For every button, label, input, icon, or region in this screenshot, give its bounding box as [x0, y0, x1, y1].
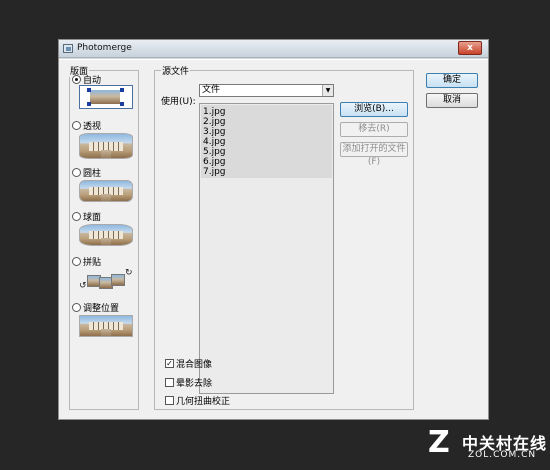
use-dropdown-value: 文件 [202, 85, 221, 95]
radio-collage[interactable]: 拼贴 [72, 255, 101, 268]
remove-button[interactable]: 移去(R) [340, 122, 408, 137]
distortion-correction-label: 几何扭曲校正 [176, 397, 231, 407]
perspective-icon[interactable] [79, 133, 133, 159]
blend-images-label: 混合图像 [176, 360, 213, 370]
auto-preview-image [90, 90, 120, 104]
rotate-arrow-icon: ↺ [79, 281, 87, 291]
layout-panel: 版面 自动 透视 圆柱 球面 拼贴 ↻ ↺ 调整位置 [69, 64, 139, 410]
radio-label: 调整位置 [83, 304, 120, 314]
cylindrical-icon[interactable] [79, 180, 133, 202]
radio-button[interactable] [72, 75, 81, 84]
spherical-icon[interactable] [79, 224, 133, 246]
distortion-correction-option[interactable]: 几何扭曲校正 [165, 394, 230, 407]
radio-cylindrical[interactable]: 圆柱 [72, 166, 101, 179]
distortion-correction-checkbox[interactable] [165, 396, 174, 405]
radio-label: 球面 [83, 213, 102, 223]
radio-label: 透视 [83, 122, 102, 132]
cancel-button[interactable]: 取消 [426, 93, 478, 108]
collage-icon[interactable]: ↻ ↺ [79, 268, 133, 295]
radio-reposition[interactable]: 调整位置 [72, 301, 119, 314]
window-title: Photomerge [77, 43, 132, 53]
close-button[interactable]: x [458, 41, 482, 55]
use-dropdown[interactable]: 文件 ▼ [199, 84, 334, 97]
reposition-icon[interactable] [79, 315, 133, 337]
add-open-files-button[interactable]: 添加打开的文件(F) [340, 142, 408, 167]
auto-layout-icon[interactable] [79, 85, 133, 109]
list-item[interactable]: 6.jpg [203, 157, 226, 167]
list-item[interactable]: 4.jpg [203, 137, 226, 147]
vignette-removal-option[interactable]: 晕影去除 [165, 376, 212, 389]
radio-spherical[interactable]: 球面 [72, 210, 101, 223]
vignette-removal-checkbox[interactable] [165, 378, 174, 387]
watermark-en-text: ZOL.COM.CN [468, 450, 537, 460]
chevron-down-icon[interactable]: ▼ [322, 85, 333, 96]
list-item[interactable]: 1.jpg [203, 107, 226, 117]
blend-images-option[interactable]: ✓ 混合图像 [165, 357, 212, 370]
app-icon [63, 44, 73, 53]
radio-perspective[interactable]: 透视 [72, 119, 101, 132]
transform-handle [87, 88, 91, 92]
radio-button[interactable] [72, 212, 81, 221]
radio-button[interactable] [72, 121, 81, 130]
rotate-arrow-icon: ↻ [125, 268, 133, 278]
use-label: 使用(U): [161, 97, 196, 107]
vignette-removal-label: 晕影去除 [176, 379, 213, 389]
file-list[interactable]: 1.jpg 2.jpg 3.jpg 4.jpg 5.jpg 6.jpg 7.jp… [199, 103, 334, 394]
list-item[interactable]: 3.jpg [203, 127, 226, 137]
radio-label: 圆柱 [83, 169, 102, 179]
blend-images-checkbox[interactable]: ✓ [165, 359, 174, 368]
zol-watermark: Z 中关村在线 ZOL.COM.CN [428, 424, 546, 464]
list-item[interactable]: 7.jpg [203, 167, 226, 177]
radio-button[interactable] [72, 303, 81, 312]
list-item[interactable]: 2.jpg [203, 117, 226, 127]
browse-button[interactable]: 浏览(B)... [340, 102, 408, 117]
transform-handle [120, 102, 124, 106]
list-item[interactable]: 5.jpg [203, 147, 226, 157]
zol-logo: Z [428, 425, 450, 460]
title-bar[interactable]: Photomerge x [59, 40, 488, 58]
ok-button[interactable]: 确定 [426, 73, 478, 88]
dialog-body: 版面 自动 透视 圆柱 球面 拼贴 ↻ ↺ 调整位置 源文件 使用(U): 文件… [59, 59, 488, 419]
photomerge-dialog: Photomerge x 版面 自动 透视 圆柱 球面 拼贴 ↻ ↺ 调整位置 … [58, 39, 489, 420]
radio-button[interactable] [72, 257, 81, 266]
transform-handle [87, 102, 91, 106]
collage-tile [111, 274, 125, 286]
source-group-label: 源文件 [161, 64, 191, 77]
radio-label: 拼贴 [83, 258, 102, 268]
radio-button[interactable] [72, 168, 81, 177]
transform-handle [120, 88, 124, 92]
